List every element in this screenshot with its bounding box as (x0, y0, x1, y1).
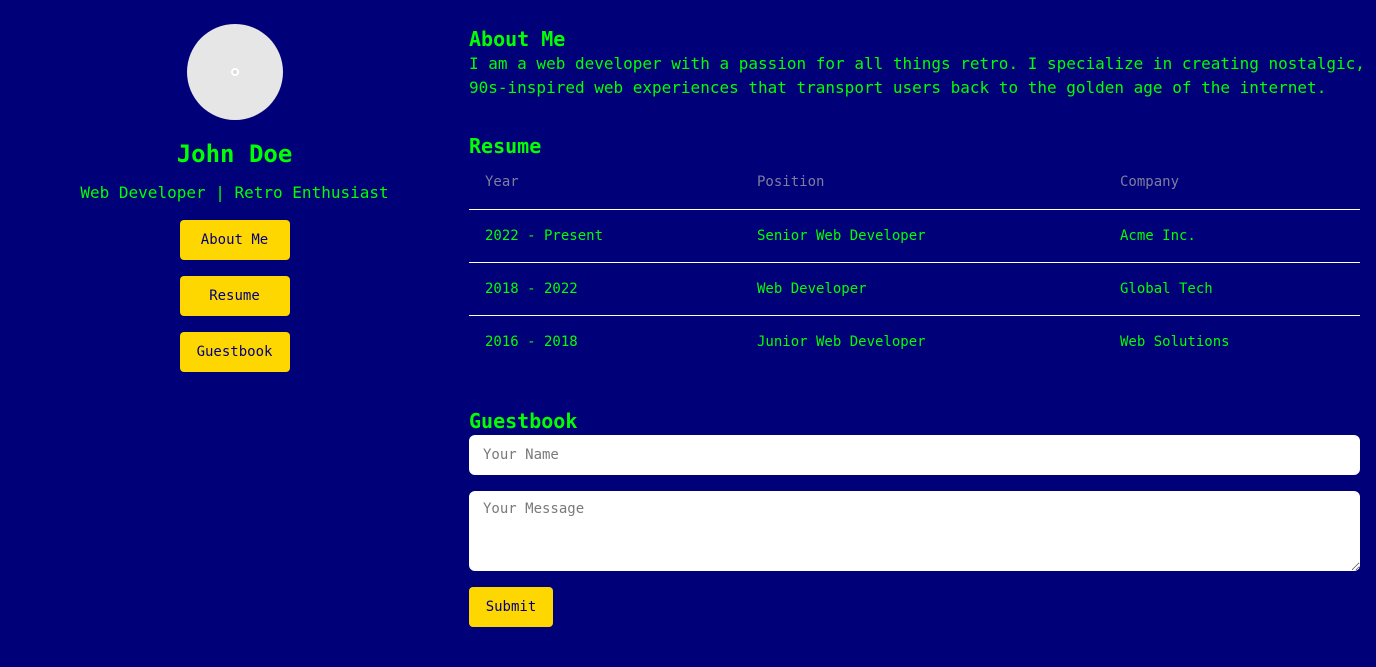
sidebar: John Doe Web Developer | Retro Enthusias… (0, 0, 469, 667)
nav-resume-button[interactable]: Resume (179, 276, 290, 316)
nav-about-button[interactable]: About Me (179, 220, 290, 260)
guestbook-title: Guestbook (469, 409, 578, 433)
main-content: About Me I am a web developer with a pas… (469, 0, 1365, 627)
table-header-row: Year Position Company (469, 171, 1360, 210)
cell-year: 2016 - 2018 (485, 333, 578, 350)
resume-title: Resume (469, 134, 542, 158)
page: John Doe Web Developer | Retro Enthusias… (0, 0, 1376, 667)
about-title: About Me (469, 27, 566, 51)
nav-guestbook-button[interactable]: Guestbook (179, 332, 290, 372)
guestbook-message-input[interactable] (469, 491, 1360, 571)
sidebar-nav: About Me Resume Guestbook (179, 220, 290, 388)
header-position: Position (741, 171, 1104, 210)
cell-year: 2022 - Present (469, 209, 741, 263)
cell-company: Web Solutions (1120, 333, 1230, 350)
cell-position: Senior Web Developer (741, 209, 1104, 263)
cell-position: Junior Web Developer (757, 333, 926, 350)
about-text: I am a web developer with a passion for … (469, 54, 1365, 97)
about-section: About Me I am a web developer with a pas… (469, 26, 1365, 100)
guestbook-section: Guestbook Submit (469, 408, 1360, 627)
cell-year: 2018 - 2022 (469, 262, 741, 316)
table-row: 2022 - Present Senior Web Developer Acme… (469, 209, 1360, 263)
resume-section: Resume Year Position Company 2022 - Pres… (469, 133, 1360, 368)
cell-company: Acme Inc. (1104, 209, 1360, 263)
submit-button[interactable]: Submit (469, 587, 553, 627)
profile-name: John Doe (176, 140, 293, 168)
cell-position: Web Developer (741, 262, 1104, 316)
table-row: 2018 - 2022 Web Developer Global Tech (469, 262, 1360, 316)
avatar (186, 24, 283, 120)
resume-table: Year Position Company 2022 - Present Sen… (469, 171, 1360, 368)
user-avatar-icon (230, 68, 239, 76)
table-row: 2016 - 2018 Junior Web Developer Web Sol… (469, 315, 1360, 368)
guestbook-name-input[interactable] (469, 435, 1360, 475)
header-year: Year (469, 171, 741, 210)
cell-company: Global Tech (1104, 262, 1360, 316)
profile-tagline: Web Developer | Retro Enthusiast (80, 183, 389, 202)
header-company: Company (1104, 171, 1360, 210)
